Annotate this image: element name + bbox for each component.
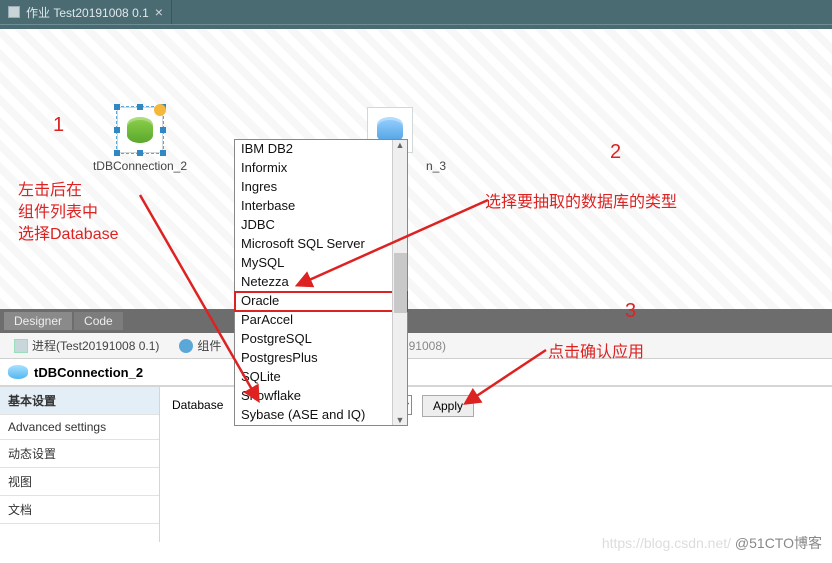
database-dropdown[interactable]: IBM DB2InformixIngresInterbaseJDBCMicros… <box>234 139 408 426</box>
apply-button[interactable]: Apply <box>422 395 474 417</box>
dropdown-option[interactable]: Snowflake <box>235 387 407 406</box>
sidebar-item-advanced[interactable]: Advanced settings <box>0 415 159 440</box>
selection-header: tDBConnection_2 <box>0 359 832 387</box>
sidebar-item-docs[interactable]: 文档 <box>0 496 159 524</box>
dropdown-option[interactable]: Sybase (ASE and IQ) <box>235 406 407 425</box>
scroll-up-icon[interactable]: ▲ <box>396 140 405 150</box>
dropdown-option[interactable]: Interbase <box>235 197 407 216</box>
design-canvas[interactable]: tDBConnection_2 n_3 <box>0 29 832 309</box>
process-tab[interactable]: 进程(Test20191008 0.1) <box>8 337 165 354</box>
sidebar-item-dynamic[interactable]: 动态设置 <box>0 440 159 468</box>
scroll-down-icon[interactable]: ▼ <box>396 415 405 425</box>
component-tab-label: 组件 <box>197 337 221 354</box>
dropdown-option[interactable]: Informix <box>235 159 407 178</box>
dropdown-option[interactable]: Ingres <box>235 178 407 197</box>
dropdown-option[interactable]: SQLite <box>235 368 407 387</box>
selection-name: tDBConnection_2 <box>34 365 143 380</box>
component-tab-icon <box>179 339 193 353</box>
dropdown-option[interactable]: JDBC <box>235 216 407 235</box>
dropdown-option[interactable]: Microsoft SQL Server <box>235 235 407 254</box>
tab-designer[interactable]: Designer <box>4 312 72 330</box>
tab-code[interactable]: Code <box>74 312 123 330</box>
database-icon <box>127 117 153 143</box>
watermark-right: @51CTO博客 <box>735 535 822 551</box>
properties-sidebar: 基本设置 Advanced settings 动态设置 视图 文档 <box>0 387 160 542</box>
component-icon <box>117 107 163 153</box>
dropdown-scrollbar[interactable]: ▲ ▼ <box>392 140 407 425</box>
component-tdbconnection-2[interactable]: tDBConnection_2 <box>80 107 200 173</box>
dropdown-option[interactable]: Oracle <box>235 292 407 311</box>
designer-tabs: Designer Code <box>0 309 832 333</box>
sidebar-item-basic[interactable]: 基本设置 <box>0 387 159 415</box>
dropdown-option[interactable]: PostgreSQL <box>235 330 407 349</box>
watermark-left: https://blog.csdn.net/ <box>602 535 731 551</box>
scroll-thumb[interactable] <box>394 253 407 313</box>
process-icon <box>14 339 28 353</box>
document-icon <box>8 6 20 18</box>
gear-icon <box>154 104 166 116</box>
dropdown-option[interactable]: ParAccel <box>235 311 407 330</box>
editor-tab[interactable]: 作业 Test20191008 0.1 × <box>0 0 172 24</box>
dropdown-option[interactable]: Netezza <box>235 273 407 292</box>
component-tab[interactable]: 组件 <box>173 337 227 354</box>
dropdown-option[interactable]: IBM DB2 <box>235 140 407 159</box>
dropdown-option[interactable]: PostgresPlus <box>235 349 407 368</box>
database-icon <box>8 365 28 379</box>
info-bar: 进程(Test20191008 0.1) 组件 0191008) <box>0 333 832 359</box>
dropdown-option[interactable]: MySQL <box>235 254 407 273</box>
sidebar-item-view[interactable]: 视图 <box>0 468 159 496</box>
properties-panel: 基本设置 Advanced settings 动态设置 视图 文档 Databa… <box>0 387 832 542</box>
component-label: tDBConnection_2 <box>80 159 200 173</box>
title-bar: 作业 Test20191008 0.1 × <box>0 0 832 24</box>
editor-tab-label: 作业 Test20191008 0.1 <box>26 4 149 21</box>
watermark: https://blog.csdn.net/ @51CTO博客 <box>602 533 822 553</box>
close-icon[interactable]: × <box>155 4 163 20</box>
process-label: 进程(Test20191008 0.1) <box>32 337 159 354</box>
